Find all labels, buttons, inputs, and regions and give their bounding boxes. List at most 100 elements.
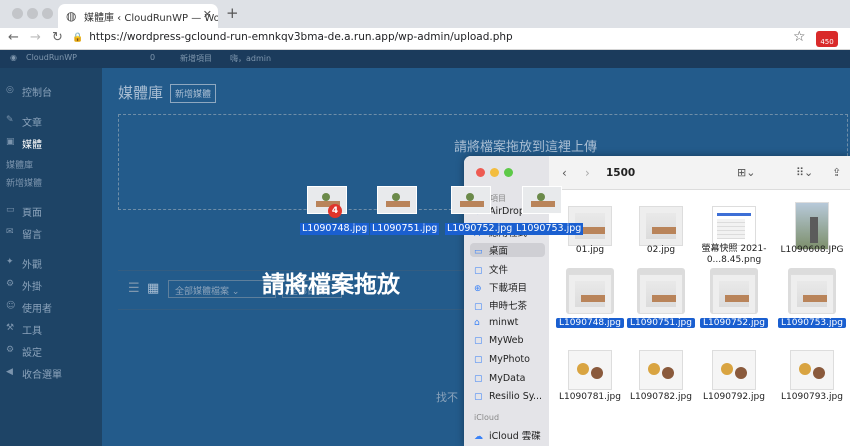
- file-thumbnail[interactable]: [790, 350, 834, 390]
- finder-sidebar-item[interactable]: ⊕ 下載項目: [474, 280, 527, 294]
- file-name[interactable]: L1090751.jpg: [627, 318, 695, 328]
- sidebar-item-icon: ✉: [6, 227, 14, 237]
- admin-bar-item[interactable]: 嗨，admin: [230, 53, 271, 64]
- file-name[interactable]: L1090753.jpg: [778, 318, 846, 328]
- add-new-media-button[interactable]: 新增媒體: [170, 84, 217, 103]
- dragged-file-thumbnail: [451, 186, 491, 214]
- finder-sidebar-label: 文件: [489, 265, 509, 276]
- chevron-left-icon[interactable]: ‹: [562, 166, 567, 180]
- group-by-icon[interactable]: ⠿⌄: [796, 166, 813, 179]
- finder-sidebar-label: 下載項目: [489, 283, 528, 294]
- reload-icon[interactable]: ↻: [52, 30, 63, 45]
- sidebar-item-icon: ◀: [6, 367, 13, 377]
- sidebar-item[interactable]: 媒體: [22, 136, 42, 151]
- finder-zoom-button[interactable]: [504, 168, 513, 177]
- watermark: minwt.com: [752, 420, 850, 439]
- file-name[interactable]: L1090752.jpg: [700, 318, 768, 328]
- folder-icon: ⌂: [474, 318, 480, 328]
- file-name[interactable]: L1090782.jpg: [627, 392, 695, 402]
- finder-minimize-button[interactable]: [490, 168, 499, 177]
- window-zoom-button[interactable]: [42, 8, 53, 19]
- finder-sidebar-label: MyWeb: [489, 335, 524, 346]
- lock-icon: 🔒: [72, 33, 84, 43]
- extension-button[interactable]: 450: [816, 31, 838, 47]
- file-thumbnail[interactable]: [568, 274, 612, 314]
- dragged-file-thumbnail: [377, 186, 417, 214]
- list-view-icon[interactable]: ☰: [128, 281, 140, 296]
- sidebar-item[interactable]: 外觀: [22, 256, 42, 271]
- address-bar[interactable]: 🔒 https://wordpress-gclound-run-emnkqv3bm…: [72, 31, 513, 43]
- window-close-button[interactable]: [12, 8, 23, 19]
- media-type-select[interactable]: 全部媒體檔案 ⌄: [168, 280, 276, 298]
- globe-icon: ◍: [66, 9, 77, 23]
- chevron-right-icon[interactable]: ›: [585, 166, 590, 180]
- sidebar-item[interactable]: 文章: [22, 114, 42, 129]
- forward-icon[interactable]: →: [30, 30, 41, 45]
- sidebar-item[interactable]: 頁面: [22, 204, 42, 219]
- window-minimize-button[interactable]: [27, 8, 38, 19]
- folder-icon: ▢: [474, 266, 483, 276]
- finder-sidebar-item[interactable]: ▢ 申時七茶: [474, 298, 527, 312]
- file-thumbnail[interactable]: [639, 350, 683, 390]
- drop-overlay-text: 請將檔案拖放: [262, 272, 400, 298]
- sidebar-item[interactable]: 新增媒體: [6, 176, 42, 189]
- file-name[interactable]: L1090781.jpg: [556, 392, 624, 402]
- bookmark-star-icon[interactable]: ☆: [793, 29, 806, 45]
- admin-bar-site[interactable]: CloudRunWP: [26, 53, 77, 62]
- file-thumbnail[interactable]: [639, 206, 683, 246]
- file-thumbnail[interactable]: [712, 206, 756, 246]
- finder-sidebar-item[interactable]: ⌂ minwt: [474, 317, 518, 328]
- wp-sidebar: [0, 68, 102, 446]
- sidebar-item[interactable]: 使用者: [22, 300, 52, 315]
- finder-sidebar-label: 桌面: [489, 246, 509, 257]
- file-name[interactable]: L1090792.jpg: [700, 392, 768, 402]
- file-name[interactable]: L1090748.jpg: [556, 318, 624, 328]
- file-name[interactable]: L1090608.JPG: [778, 245, 846, 255]
- file-thumbnail[interactable]: [795, 202, 829, 250]
- finder-sidebar-label: AirDrop: [489, 206, 525, 217]
- sidebar-item[interactable]: 設定: [22, 344, 42, 359]
- finder-sidebar-label: 申時七茶: [489, 301, 528, 312]
- sidebar-item[interactable]: 媒體庫: [6, 158, 33, 171]
- file-name[interactable]: 01.jpg: [556, 245, 624, 255]
- file-thumbnail[interactable]: [712, 350, 756, 390]
- wp-admin-bar: ◉ CloudRunWP 0 新增項目 嗨，admin: [0, 50, 850, 68]
- finder-sidebar-item[interactable]: ▢ 文件: [474, 262, 508, 276]
- dragged-file-thumbnail: [522, 186, 562, 214]
- icon-view-icon[interactable]: ⊞⌄: [737, 166, 755, 179]
- file-thumbnail[interactable]: [712, 274, 756, 314]
- file-name[interactable]: L1090793.jpg: [778, 392, 846, 402]
- finder-sidebar-label: iCloud 雲碟: [489, 431, 541, 442]
- finder-sidebar-item[interactable]: ▭ 桌面: [470, 243, 545, 257]
- admin-bar-item[interactable]: 0: [150, 53, 155, 62]
- sidebar-item[interactable]: 控制台: [22, 84, 52, 99]
- finder-close-button[interactable]: [476, 168, 485, 177]
- file-thumbnail[interactable]: [568, 350, 612, 390]
- sidebar-item-icon: ☺: [6, 301, 16, 311]
- sidebar-item[interactable]: 工具: [22, 322, 42, 337]
- new-tab-button[interactable]: +: [226, 4, 239, 22]
- folder-icon: ▭: [474, 247, 483, 257]
- file-name[interactable]: 螢幕快照 2021-0...8.45.png: [698, 244, 770, 266]
- grid-view-icon[interactable]: ▦: [147, 281, 159, 296]
- sidebar-item[interactable]: 外掛: [22, 278, 42, 293]
- finder-sidebar-item[interactable]: ☁ iCloud 雲碟: [474, 428, 541, 442]
- file-name[interactable]: 02.jpg: [627, 245, 695, 255]
- finder-sidebar-item[interactable]: ▢ Resilio Sy...: [474, 391, 542, 402]
- drop-hint-text: 請將檔案拖放到這裡上傳: [454, 140, 598, 155]
- folder-icon: ▢: [474, 355, 483, 365]
- browser-tab[interactable]: ◍ 媒體庫 ‹ CloudRunWP — WordPress ✕: [58, 4, 218, 28]
- media-type-value: 全部媒體檔案: [175, 287, 230, 297]
- tab-close-icon[interactable]: ✕: [203, 8, 212, 21]
- finder-sidebar-item[interactable]: ▢ MyPhoto: [474, 354, 530, 365]
- share-icon[interactable]: ⇪: [832, 166, 841, 179]
- sidebar-item[interactable]: 留言: [22, 226, 42, 241]
- finder-sidebar-item[interactable]: ▢ MyData: [474, 373, 526, 384]
- wp-logo-icon[interactable]: ◉: [10, 53, 17, 62]
- back-icon[interactable]: ←: [8, 30, 19, 45]
- file-thumbnail[interactable]: [790, 274, 834, 314]
- sidebar-item[interactable]: 收合選單: [22, 366, 62, 381]
- admin-bar-item[interactable]: 新增項目: [180, 53, 212, 64]
- finder-sidebar-item[interactable]: ▢ MyWeb: [474, 335, 524, 346]
- file-thumbnail[interactable]: [639, 274, 683, 314]
